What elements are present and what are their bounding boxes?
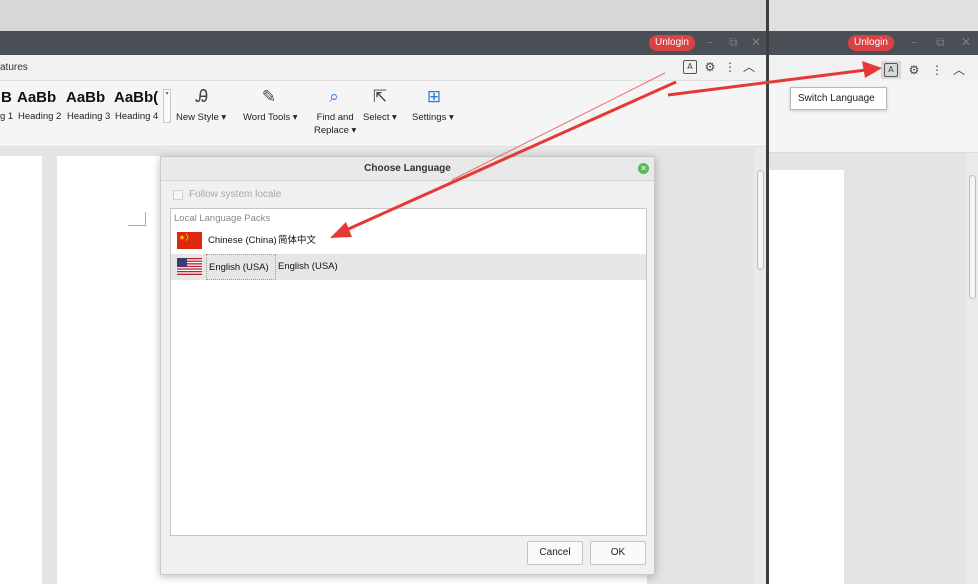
language-native-name: 简体中文 — [278, 235, 317, 246]
tab-features[interactable]: atures — [0, 62, 28, 73]
text-margin-marker — [128, 212, 146, 226]
title-bar: Unlogin – ⧉ ✕ — [0, 31, 766, 55]
gear-icon[interactable]: ⚙ — [703, 60, 717, 74]
more-vertical-icon[interactable]: ⋮ — [930, 63, 944, 77]
ribbon-tab-row — [769, 55, 978, 81]
close-button[interactable]: ✕ — [961, 34, 971, 50]
close-button[interactable]: ✕ — [751, 34, 761, 50]
window-top-strip — [0, 0, 766, 31]
document-page[interactable] — [0, 156, 42, 584]
ok-button[interactable]: OK — [590, 541, 646, 565]
chevron-up-icon[interactable]: ︿ — [952, 63, 966, 77]
new-style-label: New Style — [176, 112, 219, 123]
style-name[interactable]: Heading 4 — [115, 111, 158, 122]
new-style-icon[interactable]: Ꭿ — [190, 87, 214, 107]
choose-language-dialog: Choose Language ✕ Follow system locale L… — [160, 156, 655, 575]
language-list[interactable]: Local Language Packs Chinese (China) 简体中… — [170, 208, 647, 536]
settings-label: Settings — [412, 112, 447, 123]
word-tools-label: Word Tools — [243, 112, 291, 123]
dialog-title: Choose Language — [161, 157, 654, 181]
secondary-window: Unlogin – ⧉ ✕ A ⚙ ⋮ ︿ Switch Language — [769, 0, 978, 584]
document-page[interactable] — [769, 170, 844, 584]
style-preview[interactable]: AaBb — [66, 89, 105, 106]
style-name[interactable]: g 1 — [0, 111, 13, 122]
vertical-scrollbar[interactable] — [754, 148, 766, 584]
find-replace-label-line2: Replace ▾ — [314, 125, 357, 136]
gallery-scroll-button[interactable]: ▾ — [163, 89, 171, 123]
usa-flag-icon — [177, 258, 202, 275]
switch-language-icon[interactable]: A — [683, 60, 697, 74]
list-item[interactable]: Chinese (China) 简体中文 — [171, 228, 646, 254]
window-top-strip — [769, 0, 978, 31]
minimize-button[interactable]: – — [707, 34, 713, 50]
style-preview[interactable]: AaBb( — [114, 89, 158, 106]
language-native-name: English (USA) — [278, 261, 338, 272]
unlogin-button[interactable]: Unlogin — [848, 35, 894, 51]
word-tools-icon[interactable]: ✎ — [257, 87, 281, 107]
select-cursor-icon[interactable]: ⇱ — [368, 87, 392, 107]
find-replace-button[interactable]: Find and Replace ▾ — [314, 111, 356, 137]
style-name[interactable]: Heading 3 — [67, 111, 110, 122]
more-vertical-icon[interactable]: ⋮ — [723, 60, 737, 74]
search-icon[interactable]: ⌕ — [322, 87, 346, 107]
restore-button[interactable]: ⧉ — [936, 34, 945, 50]
follow-locale-label[interactable]: Follow system locale — [189, 189, 281, 200]
style-preview[interactable]: B — [1, 89, 12, 106]
unlogin-button[interactable]: Unlogin — [649, 35, 695, 51]
ribbon-tab-row: atures A ⚙ ⋮ ︿ — [0, 55, 766, 81]
restore-button[interactable]: ⧉ — [729, 34, 738, 50]
close-icon[interactable]: ✕ — [638, 163, 649, 174]
find-replace-label-line2-text: Replace — [314, 125, 349, 136]
style-preview[interactable]: AaBb — [17, 89, 56, 106]
style-name[interactable]: Heading 2 — [18, 111, 61, 122]
follow-locale-checkbox[interactable] — [173, 190, 183, 200]
chevron-up-icon[interactable]: ︿ — [742, 60, 756, 74]
vertical-scrollbar[interactable] — [966, 153, 978, 584]
find-replace-label-line1: Find and — [316, 112, 354, 123]
word-tools-button[interactable]: Word Tools ▾ — [243, 111, 298, 124]
select-button[interactable]: Select ▾ — [363, 111, 397, 124]
cancel-button[interactable]: Cancel — [527, 541, 583, 565]
gear-icon[interactable]: ⚙ — [907, 63, 921, 77]
list-item[interactable]: English (USA) English (USA) — [171, 254, 646, 280]
settings-button[interactable]: Settings ▾ — [412, 111, 454, 124]
list-header: Local Language Packs — [174, 213, 271, 224]
language-name: Chinese (China) — [208, 235, 277, 246]
scrollbar-thumb[interactable] — [969, 175, 976, 299]
china-flag-icon — [177, 232, 202, 249]
switch-language-tooltip: Switch Language — [790, 87, 887, 110]
scrollbar-thumb[interactable] — [757, 170, 764, 270]
title-bar: Unlogin – ⧉ ✕ — [769, 31, 978, 55]
minimize-button[interactable]: – — [911, 34, 917, 50]
select-label: Select — [363, 112, 390, 123]
switch-language-icon[interactable]: A — [884, 63, 898, 77]
new-style-button[interactable]: New Style ▾ — [176, 111, 226, 124]
ribbon-toolbar: B g 1 AaBb Heading 2 AaBb Heading 3 AaBb… — [0, 81, 766, 147]
settings-icon[interactable]: ⊞ — [422, 87, 446, 107]
language-name: English (USA) — [206, 254, 276, 280]
